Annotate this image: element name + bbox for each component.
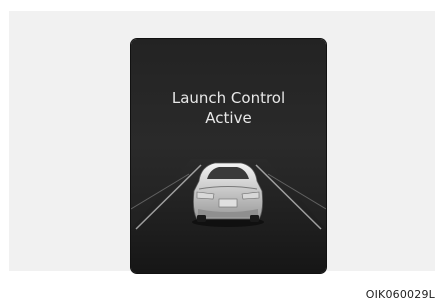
figure-code: OIK060029L — [365, 288, 435, 301]
road-scene — [131, 159, 326, 273]
car-rear-icon — [192, 162, 264, 227]
cluster-display: Launch Control Active — [131, 39, 326, 273]
